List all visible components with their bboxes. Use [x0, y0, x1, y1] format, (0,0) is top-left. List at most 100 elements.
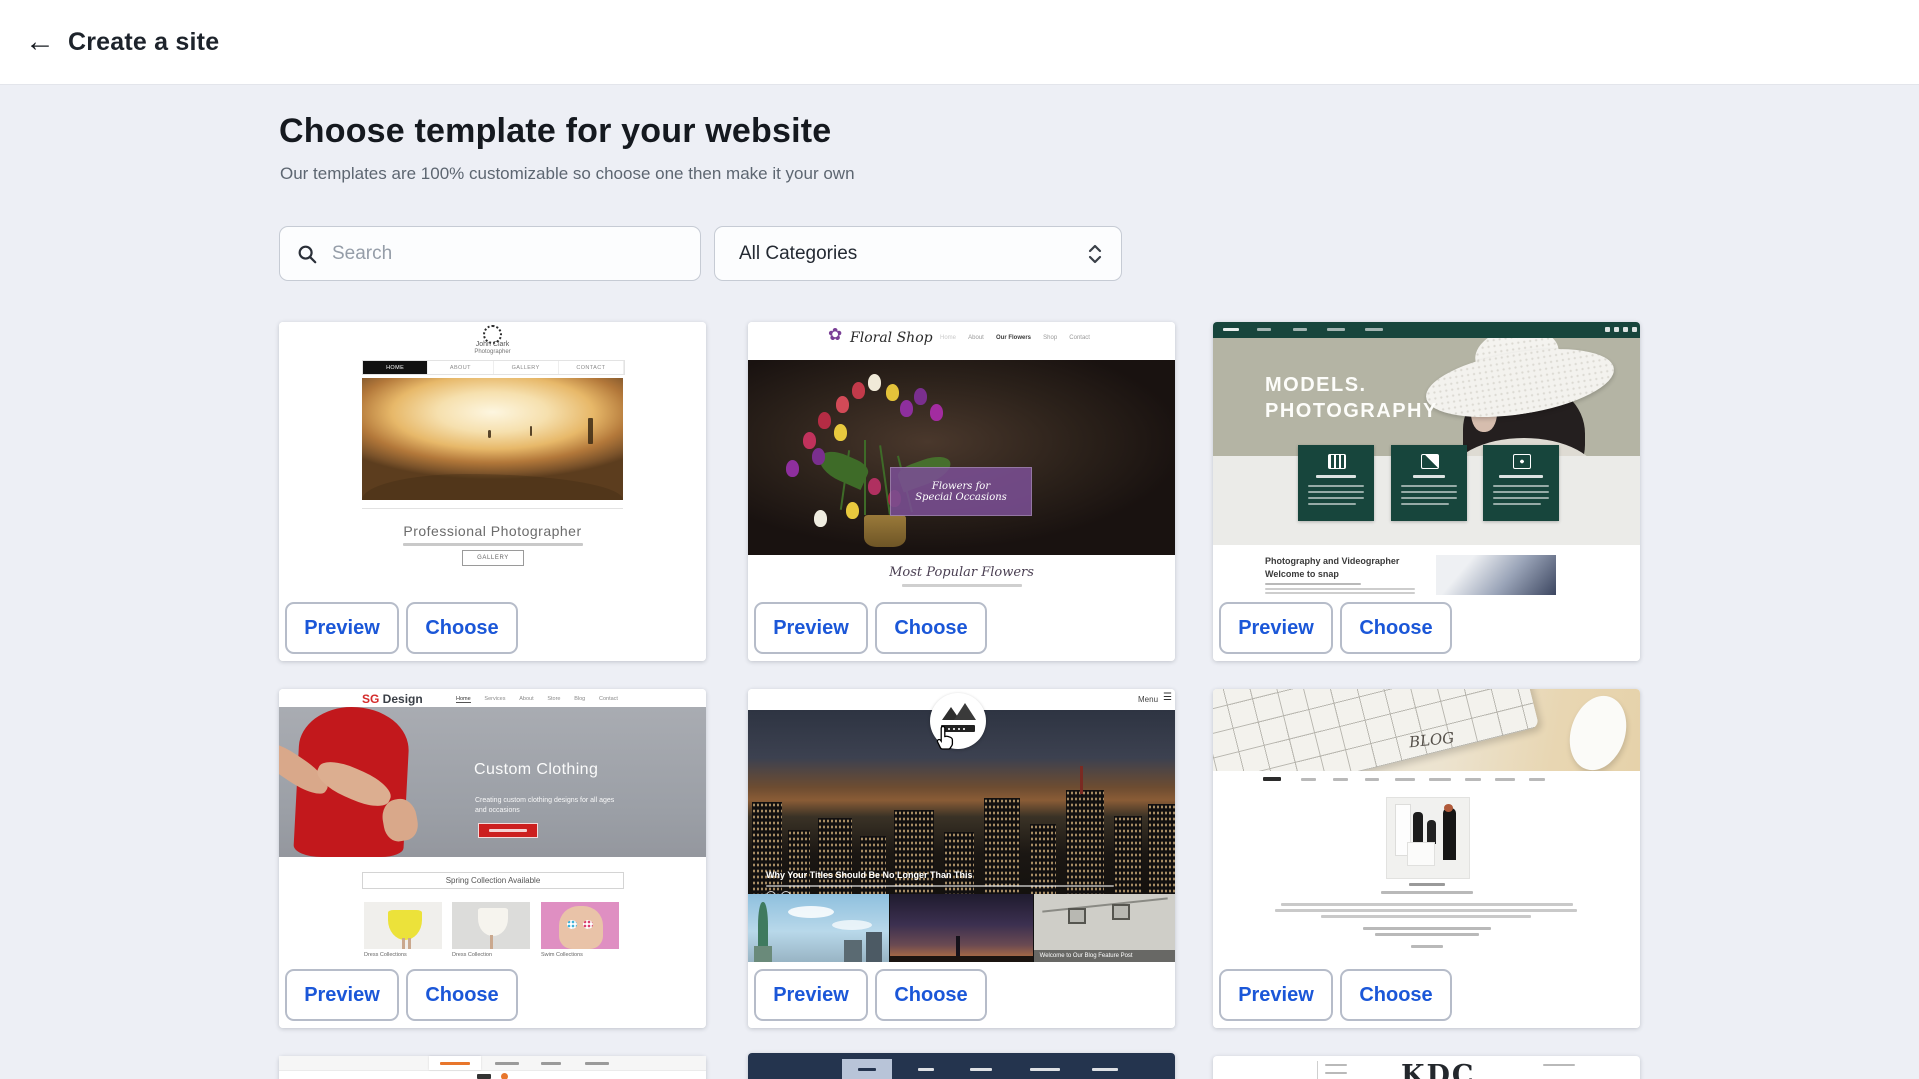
thumb-hero-title-line1: MODELS.: [1265, 374, 1367, 397]
thumb-nav-item: Home: [456, 696, 471, 703]
thumb-nav-item: About: [968, 335, 984, 341]
search-input[interactable]: [330, 242, 664, 266]
text-bar: [403, 543, 583, 546]
torso-shape: [559, 906, 603, 949]
search-box[interactable]: [279, 226, 701, 281]
preview-button[interactable]: Preview: [285, 969, 399, 1021]
text-bar: [1257, 328, 1271, 331]
choose-button[interactable]: Choose: [406, 969, 518, 1021]
card-footer: Preview Choose: [279, 962, 706, 1028]
feature-card-imagery: [1391, 445, 1467, 521]
antenna-shape: [1080, 766, 1083, 794]
thumb-hero-title-line2: PHOTOGRAPHY: [1265, 400, 1438, 423]
thumb-article-photo: [1436, 555, 1556, 595]
thumb-hero-title: Why Your Titles Should Be No Longer Than…: [766, 870, 973, 880]
preview-button[interactable]: Preview: [285, 602, 399, 654]
logo-fragment: [501, 1073, 508, 1079]
choose-button[interactable]: Choose: [875, 602, 987, 654]
text-bar: [1465, 778, 1481, 781]
thumb-nav-bar: Home Services About Store Blog Contact: [456, 696, 618, 703]
card-footer: Preview Choose: [748, 962, 1175, 1028]
page-title: Create a site: [68, 28, 219, 57]
cable-line: [1042, 897, 1168, 912]
section-heading: Choose template for your website: [279, 112, 831, 151]
template-thumbnail-keyboard-blog: BLOG: [1213, 689, 1640, 962]
text-bar: [858, 1068, 876, 1071]
template-thumbnail-sg-design: SG Design Home Services About Store Blog…: [279, 689, 706, 962]
thumb-logo-name: John Clark: [279, 341, 706, 348]
thumb-nav-item: Contact: [599, 696, 618, 703]
person-shape: [1443, 808, 1456, 860]
category-dropdown[interactable]: All Categories: [714, 226, 1122, 281]
gondola-shape: [1068, 908, 1086, 924]
thumb-brand-kdc: KDC: [1401, 1060, 1475, 1079]
card-footer: Preview Choose: [1213, 962, 1640, 1028]
thumb-hero-sunset-field-photo: [362, 378, 623, 500]
dress-shape: [388, 910, 422, 940]
gondola-shape: [1112, 904, 1130, 920]
logo-fragment: [477, 1074, 491, 1079]
thumb-hero-gray: Custom Clothing Creating custom clothing…: [279, 707, 706, 857]
thumb-nav-home: HOME: [363, 361, 428, 374]
thumb-nav-item: Contact: [1069, 335, 1090, 341]
template-thumbnail-models: MODELS. PHOTOGRAPHY: [1213, 322, 1640, 595]
cloud-shape: [788, 906, 834, 918]
cloud-shape: [832, 920, 872, 930]
gallery-photo-statue-of-liberty: [748, 894, 890, 962]
preview-button[interactable]: Preview: [754, 602, 868, 654]
template-card-photographer: John Clark Photographer HOME ABOUT GALLE…: [279, 322, 706, 661]
flower-logo-icon: ✿: [828, 325, 842, 345]
thumb-brand: Floral Shop: [850, 330, 933, 346]
template-card-travel-blog: Menu ☰ Why Your Titles Should Be No Long…: [748, 689, 1175, 1028]
product-caption: Dress Collections: [364, 952, 442, 958]
keyboard-shape: [1213, 689, 1539, 771]
thumb-nav-bar: Home About Our Flowers Shop Contact: [940, 335, 1090, 341]
thumb-hero-text: Creating custom clothing designs for all…: [475, 797, 614, 804]
text-bar: [1265, 583, 1361, 585]
section-subheading: Our templates are 100% customizable so c…: [280, 164, 855, 184]
thumb-hero-tulip-photo: Flowers for Special Occasions: [748, 360, 1175, 555]
preview-button[interactable]: Preview: [754, 969, 868, 1021]
text-bar: [1263, 777, 1281, 781]
text-bar: [1092, 1068, 1118, 1071]
thumb-nav-item: Blog: [574, 696, 585, 703]
card-footer: Preview Choose: [1213, 595, 1640, 661]
text-bar: [1301, 778, 1316, 781]
text-bar: [1495, 778, 1515, 781]
preview-button[interactable]: Preview: [1219, 969, 1333, 1021]
choose-button[interactable]: Choose: [1340, 602, 1452, 654]
social-icon: [1614, 327, 1619, 332]
camera-icon: [1513, 454, 1531, 469]
gallery-caption: Welcome to Our Blog Feature Post: [1040, 953, 1133, 959]
template-thumbnail-photographer: John Clark Photographer HOME ABOUT GALLE…: [279, 322, 706, 595]
text-bar: [1325, 1064, 1347, 1066]
back-button[interactable]: ←: [18, 20, 62, 64]
hamburger-icon: ☰: [1163, 692, 1172, 703]
choose-button[interactable]: Choose: [406, 602, 518, 654]
product-photo-white-dress: [452, 902, 530, 949]
social-icon: [1623, 327, 1628, 332]
create-site-screen: ← Create a site Choose template for your…: [0, 0, 1919, 1079]
banner-line: Special Occasions: [915, 492, 1007, 503]
thumb-collection-banner: Spring Collection Available: [362, 872, 624, 889]
choose-button[interactable]: Choose: [1340, 969, 1452, 1021]
text-bar: [541, 1062, 561, 1065]
banner-line: Flowers for: [932, 481, 990, 492]
template-card-models-photography: MODELS. PHOTOGRAPHY: [1213, 322, 1640, 661]
thumb-hero-text: and occasions: [475, 807, 520, 814]
text-bar: [489, 829, 527, 832]
choose-button[interactable]: Choose: [875, 969, 987, 1021]
product-caption: Swim Collections: [541, 952, 619, 958]
bikini-shape: [583, 920, 593, 929]
thumb-gallery-button: GALLERY: [462, 550, 524, 566]
text-bar: [766, 885, 1114, 887]
thumb-nav-bar: [1213, 322, 1640, 338]
preview-button[interactable]: Preview: [1219, 602, 1333, 654]
text-bar: [440, 1062, 470, 1065]
brand-rest: Design: [379, 692, 422, 706]
text-bar: [1333, 778, 1348, 781]
vase-shape: [864, 515, 906, 547]
product-photo-yellow-dress: [364, 902, 442, 949]
thumb-nav-item: Services: [484, 696, 505, 703]
thumb-nav-contact: CONTACT: [559, 361, 624, 374]
